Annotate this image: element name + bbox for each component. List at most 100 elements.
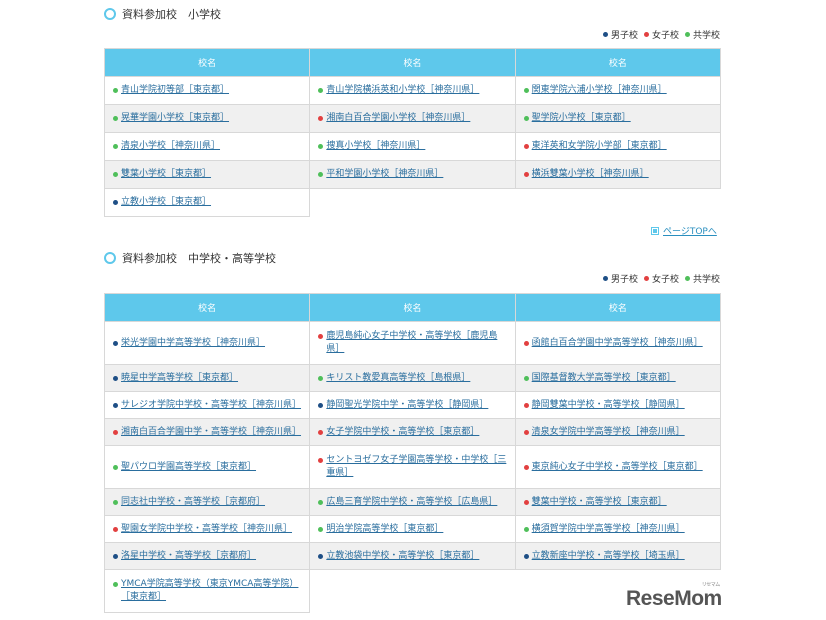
column-header: 校名 — [309, 293, 516, 322]
coed-dot-icon — [113, 172, 118, 177]
coed-dot-icon — [113, 464, 118, 470]
coed-dot-icon — [318, 172, 324, 177]
school-cell: 広島三育学院中学校・高等学校［広島県］ — [309, 488, 516, 516]
school-cell: 洛星中学校・高等学校［京都府］ — [103, 542, 311, 570]
school-cell: 国際基督教大学高等学校［東京都］ — [514, 364, 722, 392]
legend-secondary: 男子校 女子校 共学校 — [602, 272, 720, 285]
coed-dot-icon — [684, 276, 690, 281]
school-item: 同志社中学校・高等学校［京都府］ — [113, 496, 301, 509]
school-link[interactable]: 静岡聖光学院中学・高等学校［静岡県］ — [326, 399, 488, 412]
boys-dot-icon — [113, 375, 118, 381]
school-link[interactable]: 東京純心女子中学校・高等学校［東京都］ — [532, 461, 703, 474]
column-header: 校名 — [103, 48, 311, 77]
school-item: 晃華学園小学校［東京都］ — [113, 112, 301, 125]
school-link[interactable]: 洛星中学校・高等学校［京都府］ — [121, 550, 256, 563]
school-item: 洛星中学校・高等学校［京都府］ — [113, 550, 301, 563]
school-cell: 東京純心女子中学校・高等学校［東京都］ — [514, 445, 722, 489]
school-link[interactable]: 鹿児島純心女子中学校・高等学校［鹿児島県］ — [326, 330, 506, 356]
school-link[interactable]: 湘南白百合学園小学校［神奈川県］ — [326, 112, 470, 125]
school-link[interactable]: 函館白百合学園中学高等学校［神奈川県］ — [532, 337, 703, 350]
resemom-logo: ReseMom リセマム — [626, 582, 722, 610]
school-link[interactable]: 東洋英和女学院小学部［東京都］ — [532, 140, 667, 153]
school-link[interactable]: 女子学院中学校・高等学校［東京都］ — [326, 426, 479, 439]
school-item: 女子学院中学校・高等学校［東京都］ — [318, 426, 506, 439]
table-row: 清泉小学校［神奈川県］ 捜真小学校［神奈川県］ 東洋英和女学院小学部［東京都］ — [103, 132, 722, 161]
girls-dot-icon — [523, 499, 529, 505]
boys-dot-icon — [113, 200, 118, 205]
girls-dot-icon — [523, 144, 529, 149]
coed-dot-icon — [523, 88, 529, 93]
school-item: 広島三育学院中学校・高等学校［広島県］ — [318, 496, 506, 509]
school-link[interactable]: 平和学園小学校［神奈川県］ — [326, 168, 443, 181]
coed-dot-icon — [318, 375, 324, 381]
table-row: 暁星中学高等学校［東京都］ キリスト教愛真高等学校［島根県］ 国際基督教大学高等学校… — [103, 364, 722, 392]
girls-dot-icon — [318, 429, 324, 435]
school-link[interactable]: 立教小学校［東京都］ — [121, 196, 211, 209]
school-link[interactable]: 立教池袋中学校・高等学校［東京都］ — [326, 550, 479, 563]
boys-dot-icon — [602, 276, 608, 281]
table-row: 聖パウロ学園高等学校［東京都］ セントヨゼフ女子学園高等学校・中学校［三重県］ 東京… — [103, 445, 722, 489]
school-link[interactable]: 湘南白百合学園中学・高等学校［神奈川県］ — [121, 426, 301, 439]
page-top-link[interactable]: ページTOPへ — [651, 224, 717, 237]
school-link[interactable]: 聖パウロ学園高等学校［東京都］ — [121, 461, 256, 474]
school-link[interactable]: 聖学院小学校［東京都］ — [532, 112, 631, 125]
coed-dot-icon — [318, 499, 324, 505]
school-link[interactable]: 栄光学園中学高等学校［神奈川県］ — [121, 337, 265, 350]
school-link[interactable]: 雙葉中学校・高等学校［東京都］ — [532, 496, 667, 509]
girls-dot-icon — [113, 429, 118, 435]
school-item: YMCA学院高等学校（東京YMCA高等学院）［東京都］ — [113, 578, 301, 604]
girls-dot-icon — [523, 340, 529, 346]
girls-dot-icon — [643, 276, 649, 281]
coed-dot-icon — [318, 144, 324, 149]
school-link[interactable]: 静岡雙葉中学校・高等学校［静岡県］ — [532, 399, 685, 412]
school-link[interactable]: セントヨゼフ女子学園高等学校・中学校［三重県］ — [326, 454, 506, 480]
school-link[interactable]: 清泉小学校［神奈川県］ — [121, 140, 220, 153]
school-item: 静岡聖光学院中学・高等学校［静岡県］ — [318, 399, 506, 412]
school-link[interactable]: 明治学院高等学校［東京都］ — [326, 523, 443, 536]
school-cell: 立教新座中学校・高等学校［埼玉県］ — [514, 542, 722, 570]
school-cell: 青山学院横浜英和小学校［神奈川県］ — [309, 76, 516, 105]
school-cell: サレジオ学院中学校・高等学校［神奈川県］ — [103, 391, 311, 419]
school-link[interactable]: 清泉女学院中学高等学校［神奈川県］ — [532, 426, 685, 439]
school-link[interactable]: YMCA学院高等学校（東京YMCA高等学院）［東京都］ — [121, 578, 301, 604]
school-item: 立教池袋中学校・高等学校［東京都］ — [318, 550, 506, 563]
empty-cell — [309, 188, 516, 217]
school-link[interactable]: キリスト教愛真高等学校［島根県］ — [326, 372, 470, 385]
school-link[interactable]: 国際基督教大学高等学校［東京都］ — [532, 372, 676, 385]
school-link[interactable]: 広島三育学院中学校・高等学校［広島県］ — [326, 496, 497, 509]
school-cell: 函館白百合学園中学高等学校［神奈川県］ — [514, 321, 722, 365]
school-cell: 鹿児島純心女子中学校・高等学校［鹿児島県］ — [309, 321, 516, 365]
school-item: 立教小学校［東京都］ — [113, 196, 301, 209]
school-link[interactable]: 横須賀学院中学高等学校［神奈川県］ — [532, 523, 685, 536]
school-link[interactable]: サレジオ学院中学校・高等学校［神奈川県］ — [121, 399, 301, 412]
coed-dot-icon — [523, 526, 529, 532]
school-link[interactable]: 暁星中学高等学校［東京都］ — [121, 372, 238, 385]
school-link[interactable]: 晃華学園小学校［東京都］ — [121, 112, 229, 125]
school-cell: 青山学院初等部［東京都］ — [103, 76, 311, 105]
school-link[interactable]: 横浜雙葉小学校［神奈川県］ — [532, 168, 649, 181]
school-cell: 横須賀学院中学高等学校［神奈川県］ — [514, 515, 722, 543]
girls-dot-icon — [318, 334, 324, 339]
school-item: 鹿児島純心女子中学校・高等学校［鹿児島県］ — [318, 330, 506, 356]
school-cell: 雙葉小学校［東京都］ — [103, 160, 311, 189]
school-item: 湘南白百合学園中学・高等学校［神奈川県］ — [113, 426, 301, 439]
school-cell: 聖パウロ学園高等学校［東京都］ — [103, 445, 311, 489]
boys-dot-icon — [113, 340, 118, 346]
girls-dot-icon — [318, 116, 324, 121]
table-row: 聖園女学院中学校・高等学校［神奈川県］ 明治学院高等学校［東京都］ 横須賀学院中学高… — [103, 515, 722, 543]
school-link[interactable]: 雙葉小学校［東京都］ — [121, 168, 211, 181]
coed-dot-icon — [318, 88, 324, 93]
coed-dot-icon — [113, 582, 118, 587]
school-link[interactable]: 立教新座中学校・高等学校［埼玉県］ — [532, 550, 685, 563]
boys-dot-icon — [318, 402, 324, 408]
school-link[interactable]: 関東学院六浦小学校［神奈川県］ — [532, 84, 667, 97]
boys-dot-icon — [523, 553, 529, 559]
school-link[interactable]: 青山学院横浜英和小学校［神奈川県］ — [326, 84, 479, 97]
girls-dot-icon — [523, 464, 529, 470]
school-link[interactable]: 捜真小学校［神奈川県］ — [326, 140, 425, 153]
school-item: 青山学院初等部［東京都］ — [113, 84, 301, 97]
school-link[interactable]: 同志社中学校・高等学校［京都府］ — [121, 496, 265, 509]
school-link[interactable]: 聖園女学院中学校・高等学校［神奈川県］ — [121, 523, 292, 536]
school-link[interactable]: 青山学院初等部［東京都］ — [121, 84, 229, 97]
school-item: 函館白百合学園中学高等学校［神奈川県］ — [523, 337, 712, 350]
